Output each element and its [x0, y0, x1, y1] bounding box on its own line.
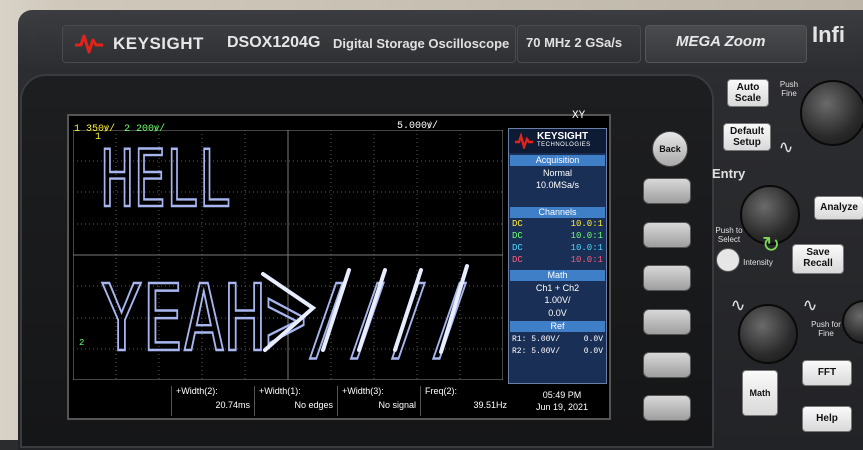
default-setup-button[interactable]: Default Setup [723, 123, 771, 151]
vertical-knob[interactable] [738, 304, 798, 364]
panel-logo: KEYSIGHT TECHNOLOGIES [509, 129, 606, 153]
clock: 05:49 PM Jun 19, 2021 [522, 389, 602, 413]
status-bar: 1 350ꝟ/ 2 200ꝟ/ 5.000ꝟ/ XY [67, 110, 607, 135]
entry-label: Entry [712, 166, 746, 181]
softkey-5[interactable] [643, 352, 691, 378]
model-description: Digital Storage Oscilloscope [333, 36, 510, 51]
acq-mode: Normal [542, 168, 572, 178]
keysight-logo-icon [75, 34, 103, 54]
series-name: Infi [812, 22, 845, 47]
info-panel: KEYSIGHT TECHNOLOGIES Acquisition Normal… [508, 128, 607, 384]
math-button[interactable]: Math [742, 370, 778, 416]
sine-wave-icon: ∿ [802, 295, 818, 315]
sine-wave-icon: ∿ [730, 295, 746, 315]
channel-row-4: DC 10.0:1 [512, 255, 603, 265]
spec-text: 70 MHz 2 GSa/s [526, 35, 623, 50]
acq-rate: 10.0MSa/s [535, 180, 580, 190]
channel-row-3: DC 10.0:1 [512, 243, 603, 253]
measurement-3[interactable]: +Width(3): No signal [337, 386, 420, 416]
intensity-button[interactable] [716, 248, 740, 272]
sine-wave-icon: ∿ [778, 137, 794, 157]
ch1-label[interactable]: 1 350ꝟ/ [74, 120, 115, 135]
fft-button[interactable]: FFT [802, 360, 852, 386]
ch2-label[interactable]: 2 200ꝟ/ [124, 120, 165, 135]
graticule: 1 2 HELL YEAH>//// [73, 130, 503, 380]
softkey-1[interactable] [643, 178, 691, 204]
clock-time: 05:49 PM [542, 390, 582, 400]
softkey-6[interactable] [643, 395, 691, 421]
math-header: Math [510, 270, 605, 281]
math-function: Ch1 + Ch2 [535, 283, 580, 293]
ref-row-1: R1: 5.00V/0.0V [512, 335, 603, 344]
back-button[interactable]: Back [652, 131, 688, 167]
keysight-logo-icon [515, 133, 533, 149]
analyze-button[interactable]: Analyze [814, 196, 863, 220]
math-offset: 0.0V [548, 308, 567, 318]
ref-header: Ref [510, 321, 605, 332]
ref-row-2: R2: 5.00V/0.0V [512, 347, 603, 356]
push-select-label: Push to Select [715, 226, 743, 244]
mode-label: XY [572, 110, 586, 122]
softkey-3[interactable] [643, 265, 691, 291]
panel-logo-sub: TECHNOLOGIES [537, 142, 591, 148]
auto-scale-button[interactable]: Auto Scale [727, 79, 769, 107]
acquisition-header: Acquisition [510, 155, 605, 166]
refresh-icon: ↻ [761, 232, 781, 257]
channels-header: Channels [510, 207, 605, 218]
clock-date: Jun 19, 2021 [535, 402, 589, 412]
ch2-ground-marker: 2 [79, 338, 84, 348]
softkey-2[interactable] [643, 222, 691, 248]
softkey-4[interactable] [643, 309, 691, 335]
channel-row-2: DC 10.0:1 [512, 231, 603, 241]
trace-text-line1: HELL [101, 135, 231, 225]
horizontal-knob[interactable] [800, 80, 863, 146]
megazoom-logo: MEGA Zoom [676, 33, 766, 50]
push-fine-label: Push Fine [779, 80, 799, 98]
channel-row-1: DC 10.0:1 [512, 219, 603, 229]
measurement-1[interactable]: +Width(2): 20.74ms [171, 386, 254, 416]
measurement-4[interactable]: Freq(2): 39.51Hz [420, 386, 511, 416]
brand-name: KEYSIGHT [113, 34, 204, 53]
timebase-label: 5.000ꝟ/ [397, 121, 439, 132]
help-button[interactable]: Help [802, 406, 852, 432]
panel-logo-brand: KEYSIGHT [537, 131, 589, 142]
save-recall-button[interactable]: Save Recall [792, 244, 844, 274]
push-for-fine-label: Push for Fine [811, 320, 841, 338]
intensity-label: Intensity [743, 258, 773, 267]
math-scale: 1.00V/ [544, 295, 571, 305]
model-name: DSOX1204G [227, 34, 321, 51]
measurement-bar: +Width(2): 20.74ms +Width(1): No edges +Wi… [67, 384, 607, 418]
measurement-2[interactable]: +Width(1): No edges [254, 386, 337, 416]
